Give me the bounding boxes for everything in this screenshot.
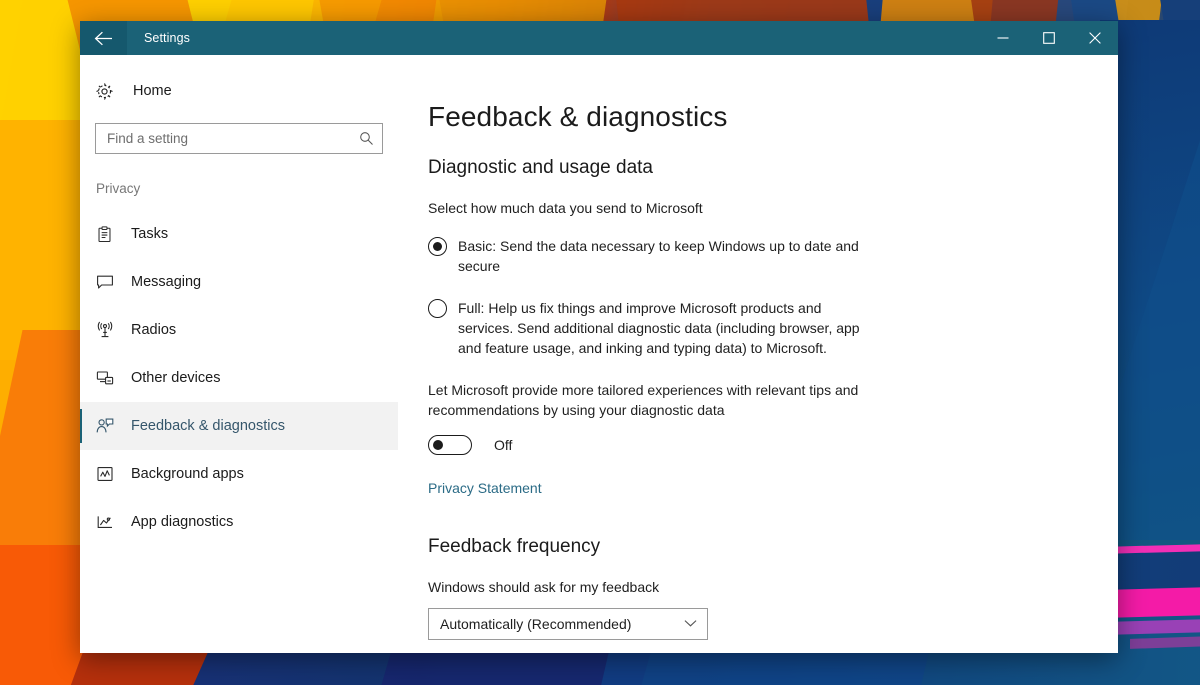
sidebar: Home Find a setting Privacy Tasks Messag… — [80, 55, 398, 653]
radio-option-full[interactable]: Full: Help us fix things and improve Mic… — [428, 298, 878, 358]
sidebar-item-home[interactable]: Home — [80, 73, 398, 109]
speech-bubble-icon — [96, 273, 124, 291]
clipboard-icon — [96, 225, 124, 243]
feedback-frequency-title: Feedback frequency — [428, 536, 601, 557]
sidebar-item-radios[interactable]: Radios — [80, 306, 398, 354]
minimize-icon — [997, 37, 1009, 39]
page-title: Feedback & diagnostics — [428, 101, 728, 132]
radio-label-basic: Basic: Send the data necessary to keep W… — [458, 238, 859, 274]
sidebar-item-messaging[interactable]: Messaging — [80, 258, 398, 306]
window-title: Settings — [144, 31, 190, 45]
close-button[interactable] — [1072, 21, 1118, 55]
desktop-background: Settings Home Find a setting Privacy Tas… — [0, 0, 1200, 685]
tailored-experiences-text: Let Microsoft provide more tailored expe… — [428, 382, 859, 418]
sidebar-item-tasks[interactable]: Tasks — [80, 210, 398, 258]
diagnostic-section-title: Diagnostic and usage data — [428, 157, 653, 178]
person-feedback-icon — [96, 417, 124, 435]
chevron-down-icon — [684, 615, 697, 633]
sidebar-item-label: App diagnostics — [131, 514, 234, 530]
sidebar-item-background-apps[interactable]: Background apps — [80, 450, 398, 498]
devices-icon — [96, 369, 124, 387]
search-icon[interactable] — [359, 131, 374, 146]
tailored-experiences-toggle[interactable] — [428, 435, 472, 455]
sidebar-item-app-diagnostics[interactable]: App diagnostics — [80, 498, 398, 546]
sidebar-item-label: Feedback & diagnostics — [131, 418, 285, 434]
radio-mark-basic — [428, 237, 447, 256]
sidebar-item-label: Radios — [131, 322, 177, 338]
sidebar-item-label: Messaging — [131, 274, 202, 290]
sidebar-item-label: Tasks — [131, 226, 169, 242]
back-arrow-icon — [94, 31, 112, 45]
wallpaper-shape — [1112, 586, 1200, 618]
chart-icon — [96, 513, 124, 531]
radio-label-full: Full: Help us fix things and improve Mic… — [458, 300, 860, 356]
radio-option-basic[interactable]: Basic: Send the data necessary to keep W… — [428, 236, 878, 276]
window-controls — [980, 21, 1118, 55]
toggle-state-label: Off — [494, 437, 513, 453]
sidebar-item-label: Background apps — [131, 466, 244, 482]
sidebar-section-header: Privacy — [96, 181, 141, 196]
feedback-frequency-label: Windows should ask for my feedback — [428, 579, 660, 595]
radio-mark-full — [428, 299, 447, 318]
sidebar-item-other-devices[interactable]: Other devices — [80, 354, 398, 402]
settings-window: Settings Home Find a setting Privacy Tas… — [80, 21, 1118, 653]
close-icon — [1089, 32, 1101, 44]
feedback-frequency-dropdown[interactable]: Automatically (Recommended) — [428, 608, 708, 640]
privacy-statement-link[interactable]: Privacy Statement — [428, 480, 542, 496]
feedback-frequency-value: Automatically (Recommended) — [440, 616, 632, 632]
tailored-toggle-row: Off — [428, 435, 1118, 455]
minimize-button[interactable] — [980, 21, 1026, 55]
search-container — [80, 109, 398, 154]
sidebar-item-label: Other devices — [131, 370, 221, 386]
diagnostic-description: Select how much data you send to Microso… — [428, 200, 703, 216]
search-input[interactable] — [107, 131, 359, 146]
main-content: Feedback & diagnostics Diagnostic and us… — [398, 55, 1118, 653]
maximize-icon — [1043, 32, 1055, 44]
title-bar: Settings — [80, 21, 1118, 55]
sidebar-nav-list: Tasks Messaging Radios Other devices Fee… — [80, 210, 398, 546]
back-button[interactable] — [80, 21, 127, 55]
search-box[interactable] — [95, 123, 383, 154]
sidebar-home-label: Home — [133, 83, 172, 99]
antenna-icon — [96, 321, 124, 339]
maximize-button[interactable] — [1026, 21, 1072, 55]
gear-icon — [95, 82, 125, 101]
diagnostic-radio-group: Basic: Send the data necessary to keep W… — [428, 236, 1118, 358]
sidebar-item-feedback-diagnostics[interactable]: Feedback & diagnostics — [80, 402, 398, 450]
activity-box-icon — [96, 465, 124, 483]
window-body: Home Find a setting Privacy Tasks Messag… — [80, 55, 1118, 653]
wallpaper-shape — [1112, 618, 1200, 635]
